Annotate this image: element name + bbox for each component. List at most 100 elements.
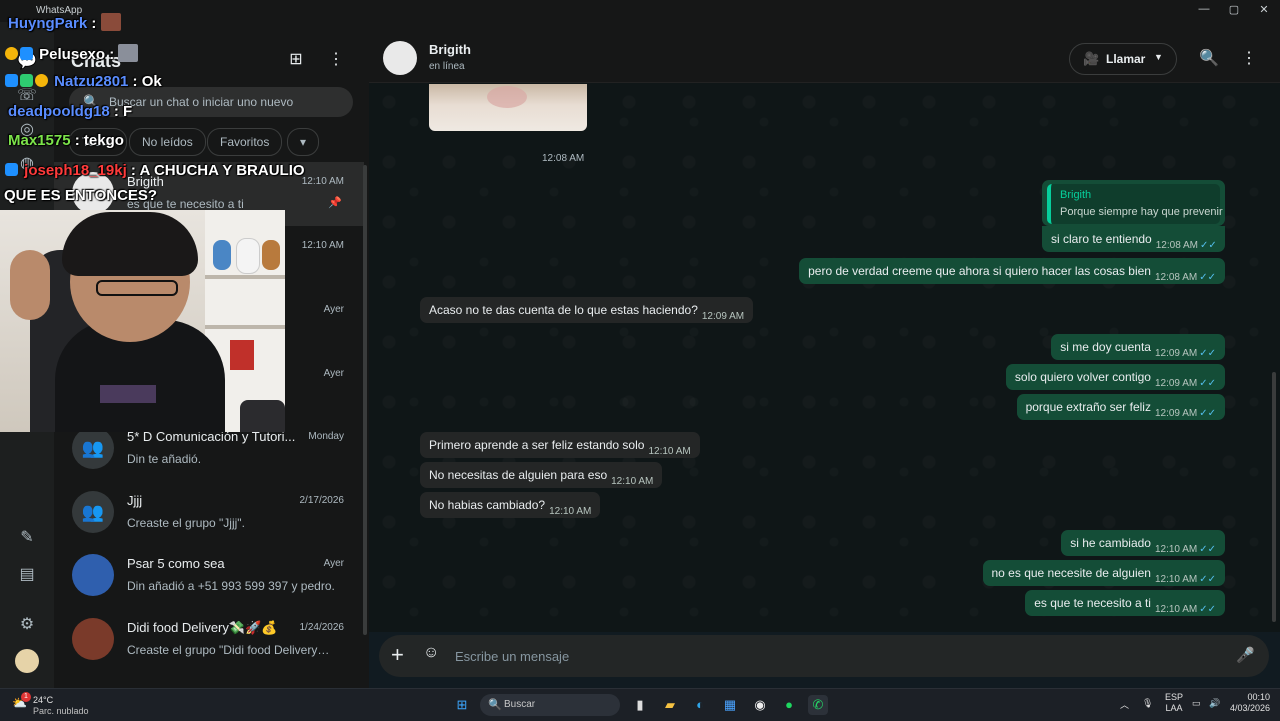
chat-name: Jjjj xyxy=(127,493,143,508)
message-bubble[interactable]: Primero aprende a ser feliz estando solo… xyxy=(420,432,700,458)
message-text: No necesitas de alguien para eso xyxy=(429,468,608,482)
stream-chat-line: HuyngPark : xyxy=(8,13,121,32)
read-check-icon: ✓✓ xyxy=(1200,240,1217,251)
message-bubble[interactable]: no es que necesite de alguien 12:10 AM ✓✓ xyxy=(982,560,1225,586)
message-bubble[interactable]: porque extraño ser feliz 12:09 AM ✓✓ xyxy=(1016,394,1225,420)
message-text: Acaso no te das cuenta de lo que estas h… xyxy=(429,303,698,317)
read-check-icon: ✓✓ xyxy=(1199,574,1216,585)
media-icon[interactable]: ▤ xyxy=(15,563,39,587)
spotify-icon[interactable]: ● xyxy=(779,695,799,715)
file-explorer-icon[interactable]: ▰ xyxy=(660,695,680,715)
chat-list-scrollbar[interactable] xyxy=(363,165,367,635)
contact-name[interactable]: Brigith xyxy=(429,42,471,57)
stream-username: Max1575 xyxy=(8,132,71,149)
maximize-button[interactable]: ▢ xyxy=(1218,3,1250,19)
chat-item[interactable]: 👥 Jjjj Creaste el grupo "Jjjj". 2/17/202… xyxy=(54,481,364,545)
badge-icon xyxy=(20,47,33,60)
stream-separator: : xyxy=(105,46,115,63)
message-time: 12:09 AM xyxy=(1154,408,1198,419)
message-bubble[interactable]: si me doy cuenta 12:09 AM ✓✓ xyxy=(1051,334,1225,360)
filter-more[interactable]: ▾ xyxy=(287,128,320,156)
chat-name: Psar 5 como sea xyxy=(127,556,225,571)
message-text: no es que necesite de alguien xyxy=(991,566,1151,580)
webcam-person-hand xyxy=(10,250,50,320)
conversation-scrollbar[interactable] xyxy=(1272,372,1276,622)
message-bubble[interactable]: es que te necesito a ti 12:10 AM ✓✓ xyxy=(1025,590,1225,616)
call-button[interactable]: 🎥 Llamar ▼ xyxy=(1069,43,1177,75)
store-icon[interactable]: ▦ xyxy=(720,695,740,715)
search-placeholder: Buscar un chat o iniciar uno nuevo xyxy=(109,95,294,109)
stream-username: HuyngPark xyxy=(8,15,88,32)
menu-icon[interactable]: ⋮ xyxy=(1237,47,1261,71)
clock-time: 00:10 xyxy=(1247,692,1270,702)
edge-icon[interactable]: ◐ xyxy=(690,695,710,715)
language-code: ESP xyxy=(1165,692,1184,702)
stream-separator: : xyxy=(109,103,124,120)
message-text: si me doy cuenta xyxy=(1060,340,1151,354)
quoted-message[interactable]: Brigith Porque siempre hay que prevenir xyxy=(1047,184,1223,224)
layout-code: LAA xyxy=(1165,703,1183,713)
minimize-button[interactable]: — xyxy=(1188,3,1220,19)
video-call-icon: 🎥 xyxy=(1083,51,1100,66)
webcam-shirt-logo xyxy=(100,385,156,403)
clock[interactable]: 00:10 4/03/2026 xyxy=(1228,692,1270,714)
mic-tray-icon[interactable]: 🎙 xyxy=(1142,698,1153,709)
webcam-overlay xyxy=(0,210,285,432)
message-bubble[interactable]: si he cambiado 12:10 AM ✓✓ xyxy=(1061,530,1225,556)
chat-item[interactable]: Didi food Delivery💸🚀💰 Creaste el grupo "… xyxy=(54,608,364,672)
message-text: si he cambiado xyxy=(1070,536,1151,550)
message-text: solo quiero volver contigo xyxy=(1014,370,1151,384)
filter-favorites[interactable]: Favoritos xyxy=(207,128,283,156)
chat-time: Ayer xyxy=(323,304,344,315)
settings-icon[interactable]: ⚙ xyxy=(15,613,39,637)
stream-username: Pelusexo xyxy=(39,46,106,63)
task-view-icon[interactable]: ▮ xyxy=(630,695,650,715)
message-time: 12:08 AM xyxy=(1154,272,1198,283)
message-text: pero de verdad creeme que ahora si quier… xyxy=(808,264,1151,278)
read-check-icon: ✓✓ xyxy=(1199,378,1216,389)
read-check-icon: ✓✓ xyxy=(1199,604,1216,615)
weather-temp: 24°C xyxy=(33,695,54,705)
search-icon[interactable]: 🔍 xyxy=(1197,47,1221,71)
start-icon[interactable]: ⊞ xyxy=(452,695,472,715)
volume-icon[interactable]: 🔊 xyxy=(1209,698,1220,709)
weather-desc: Parc. nublado xyxy=(33,706,89,716)
message-bubble[interactable]: No habias cambiado? 12:10 AM xyxy=(420,492,601,518)
avatar xyxy=(72,554,114,596)
chat-item[interactable]: Psar 5 como sea Din añadió a +51 993 599… xyxy=(54,544,364,608)
whatsapp-taskbar-icon[interactable]: ✆ xyxy=(808,695,828,715)
quoted-text: Porque siempre hay que prevenir xyxy=(1060,206,1223,218)
message-bubble[interactable]: si claro te entiendo 12:08 AM ✓✓ xyxy=(1042,226,1225,252)
taskbar-search[interactable]: 🔍 Buscar xyxy=(480,694,620,716)
message-bubble[interactable]: No necesitas de alguien para eso 12:10 AM xyxy=(420,462,663,488)
contact-avatar[interactable] xyxy=(383,41,417,75)
read-check-icon: ✓✓ xyxy=(1199,272,1216,283)
message-bubble[interactable]: Acaso no te das cuenta de lo que estas h… xyxy=(420,297,754,323)
stream-separator: : xyxy=(70,132,84,149)
message-input[interactable]: Escribe un mensaje xyxy=(455,649,569,664)
menu-icon[interactable]: ⋮ xyxy=(324,48,348,72)
chat-preview: Creaste el grupo "Didi food Delivery💸... xyxy=(127,643,337,657)
image-message[interactable] xyxy=(429,84,587,131)
profile-avatar[interactable] xyxy=(15,649,39,673)
webcam-shelf-board xyxy=(205,325,285,329)
filter-unread[interactable]: No leídos xyxy=(129,128,206,156)
microphone-icon[interactable]: 🎤 xyxy=(1236,646,1255,664)
attach-icon[interactable]: + xyxy=(391,643,404,667)
sticker-icon[interactable]: ☺ xyxy=(423,644,439,662)
close-button[interactable]: ✕ xyxy=(1248,3,1280,19)
network-icon[interactable]: ▭ xyxy=(1192,698,1201,709)
badge-icon xyxy=(20,74,33,87)
stream-message: Ok xyxy=(141,73,162,90)
message-bubble[interactable]: solo quiero volver contigo 12:09 AM ✓✓ xyxy=(1005,364,1225,390)
tray-chevron-icon[interactable]: ︿ xyxy=(1120,698,1129,711)
obs-icon[interactable]: ◉ xyxy=(750,695,770,715)
reply-bubble[interactable]: Brigith Porque siempre hay que prevenir xyxy=(1042,180,1225,226)
language-indicator[interactable]: ESP LAA xyxy=(1165,692,1183,714)
meta-ai-icon[interactable]: ✎ xyxy=(15,526,39,550)
stream-chat-line: Pelusexo : xyxy=(5,44,139,63)
webcam-box xyxy=(230,340,254,370)
message-bubble[interactable]: pero de verdad creeme que ahora si quier… xyxy=(799,258,1225,284)
new-chat-icon[interactable]: ⊞ xyxy=(284,48,308,72)
stream-chat-line: deadpooldg18 : F xyxy=(8,103,132,120)
